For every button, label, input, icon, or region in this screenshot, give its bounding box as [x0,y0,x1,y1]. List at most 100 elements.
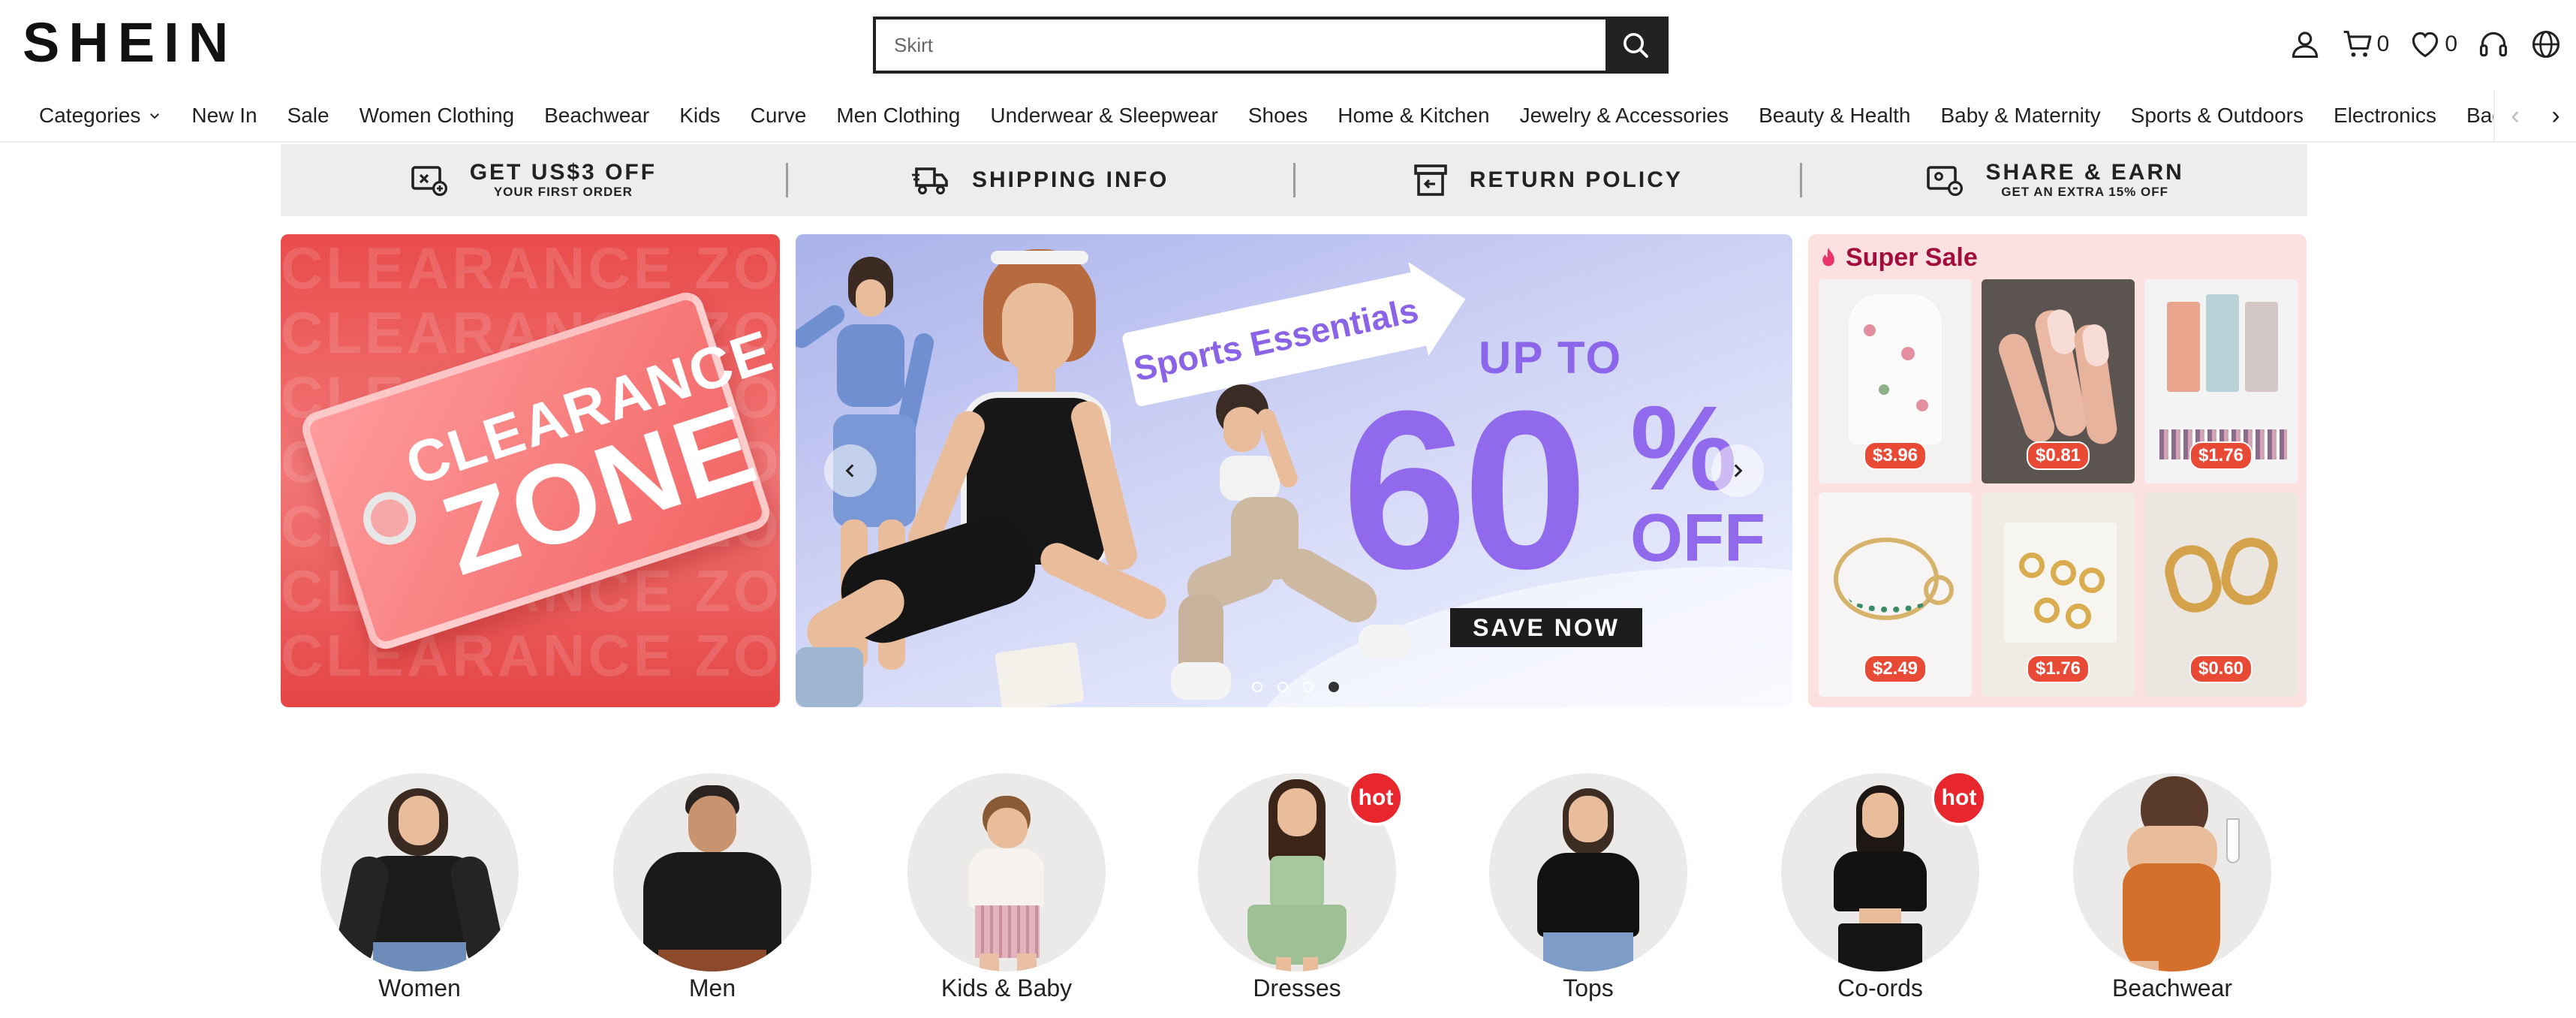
product-price: $3.96 [1863,441,1927,470]
nav-item-electronics[interactable]: Electronics [2334,104,2436,128]
nav-item-new-in[interactable]: New In [191,104,257,128]
hero-off: OFF [1630,501,1765,576]
coupon-icon [411,166,447,196]
product-image-earrings [2159,539,2228,619]
benefit-title: GET US$3 OFF [469,160,658,185]
nav-item-men-clothing[interactable]: Men Clothing [836,104,960,128]
nav-item-sports-outdoors[interactable]: Sports & Outdoors [2131,104,2304,128]
hero-carousel[interactable]: Sports Essentials UP TO 60 % OFF SAVE NO… [796,234,1792,707]
chevron-down-icon [150,113,160,119]
category-label: Tops [1563,974,1614,1001]
category-kids-baby[interactable]: Kids & Baby [907,773,1106,1001]
nav-item-baby-maternity[interactable]: Baby & Maternity [1940,104,2100,128]
nav-item-shoes[interactable]: Shoes [1248,104,1308,128]
category-label: Co-ords [1837,974,1923,1001]
nav-item-sale[interactable]: Sale [287,104,330,128]
product-card[interactable]: $0.60 [2144,492,2298,697]
product-image-rings [2004,523,2117,643]
category-men[interactable]: Men [613,773,811,1001]
save-now-button[interactable]: SAVE NOW [1450,608,1642,647]
nav-prev-icon[interactable]: ‹ [2511,103,2519,128]
product-card[interactable]: $1.76 [1982,492,2135,697]
carousel-dot[interactable] [1252,682,1262,692]
product-card[interactable]: $2.49 [1819,492,1972,697]
clearance-zone-banner[interactable]: CLEARANCE ZONE CLEARANCE ZONE CLEARANCE … [281,234,780,707]
nav-item-beauty-health[interactable]: Beauty & Health [1759,104,1910,128]
search-button[interactable] [1605,20,1666,71]
product-price: $2.49 [1863,655,1927,683]
super-sale-header[interactable]: Super Sale [1819,243,1978,273]
language-button[interactable] [2529,28,2562,61]
benefit-shipping[interactable]: SHIPPING INFO [788,144,1293,216]
carousel-dots [1252,682,1339,692]
header: SHEIN 0 0 [0,0,2576,90]
super-sale-title: Super Sale [1846,243,1978,272]
product-image-makeup-brushes [2167,294,2280,422]
hot-badge: hot [1931,770,1987,826]
heart-icon [2412,32,2439,58]
product-card[interactable]: $0.81 [1982,279,2135,483]
cart-count: 0 [2376,32,2390,56]
nav-item-jewelry-accessories[interactable]: Jewelry & Accessories [1520,104,1729,128]
benefit-share-earn[interactable]: SHARE & EARN GET AN EXTRA 15% OFF [1802,144,2307,216]
account-button[interactable] [2289,28,2322,61]
shein-logo[interactable]: SHEIN [23,15,237,71]
nav-next-icon[interactable]: › [2551,103,2559,128]
super-sale-panel: Super Sale $3.96 $0.81 $1.76 $2.49 $1.76… [1808,234,2307,707]
category-dresses[interactable]: hot Dresses [1198,770,1404,1001]
carousel-next-button[interactable] [1711,444,1764,497]
category-co-ords[interactable]: hot Co-ords [1781,770,1987,1001]
nav-scroll-controls: ‹ › [2493,90,2576,141]
carousel-dot[interactable] [1329,682,1339,692]
search-input[interactable] [876,20,1605,71]
nav-item-home-kitchen[interactable]: Home & Kitchen [1338,104,1489,128]
category-image-kids-baby [907,773,1106,971]
category-image-beachwear [2073,773,2271,971]
carousel-dot[interactable] [1277,682,1288,692]
wishlist-button[interactable]: 0 [2409,28,2457,61]
category-label: Dresses [1253,974,1341,1001]
product-price: $1.76 [2189,441,2253,470]
benefit-bar: GET US$3 OFF YOUR FIRST ORDER SHIPPING I… [281,144,2307,216]
category-beachwear[interactable]: Beachwear [2073,773,2271,1001]
user-icon [2292,32,2318,59]
nav-item-women-clothing[interactable]: Women Clothing [360,104,514,128]
category-label: Women [378,974,461,1001]
benefit-subtitle: GET AN EXTRA 15% OFF [2001,185,2168,199]
nav-item-curve[interactable]: Curve [751,104,807,128]
category-label: Men [688,974,736,1001]
benefit-return-policy[interactable]: RETURN POLICY [1296,144,1801,216]
search-icon [1624,33,1648,58]
nav-categories-label: Categories [39,104,141,127]
category-image-women [320,773,519,971]
tag-hole [356,485,423,552]
search-bar [873,17,1669,74]
nav-item-beachwear[interactable]: Beachwear [544,104,649,128]
benefit-first-order[interactable]: GET US$3 OFF YOUR FIRST ORDER [281,144,786,216]
clearance-bg-text: CLEARANCE ZONE [281,235,780,301]
cart-button[interactable]: 0 [2341,28,2390,61]
benefit-title: SHARE & EARN [1985,160,2184,185]
category-image-men [613,773,811,971]
carousel-dot[interactable] [1303,682,1314,692]
category-label: Beachwear [2111,974,2233,1001]
product-card[interactable]: $3.96 [1819,279,1972,483]
truck-icon [911,167,948,195]
category-women[interactable]: Women [320,773,519,1001]
header-icons: 0 0 [2289,26,2562,63]
cart-icon [2343,30,2372,57]
product-card[interactable]: $1.76 [2144,279,2298,483]
nav-item-underwear-sleepwear[interactable]: Underwear & Sleepwear [990,104,1218,128]
flame-icon [1822,247,1834,266]
nav-item-kids[interactable]: Kids [679,104,720,128]
benefit-title: RETURN POLICY [1469,167,1683,192]
product-price: $1.76 [2026,655,2090,683]
nav-categories[interactable]: Categories [39,104,161,128]
carousel-prev-button[interactable] [824,444,877,497]
benefit-subtitle: YOUR FIRST ORDER [493,185,633,199]
hero-discount-number: 60 [1342,363,1588,616]
category-tops[interactable]: Tops [1489,773,1687,1001]
clearance-bg-text: CLEARANCE ZONE [281,622,780,688]
hot-badge: hot [1348,770,1404,826]
support-button[interactable] [2477,28,2510,61]
